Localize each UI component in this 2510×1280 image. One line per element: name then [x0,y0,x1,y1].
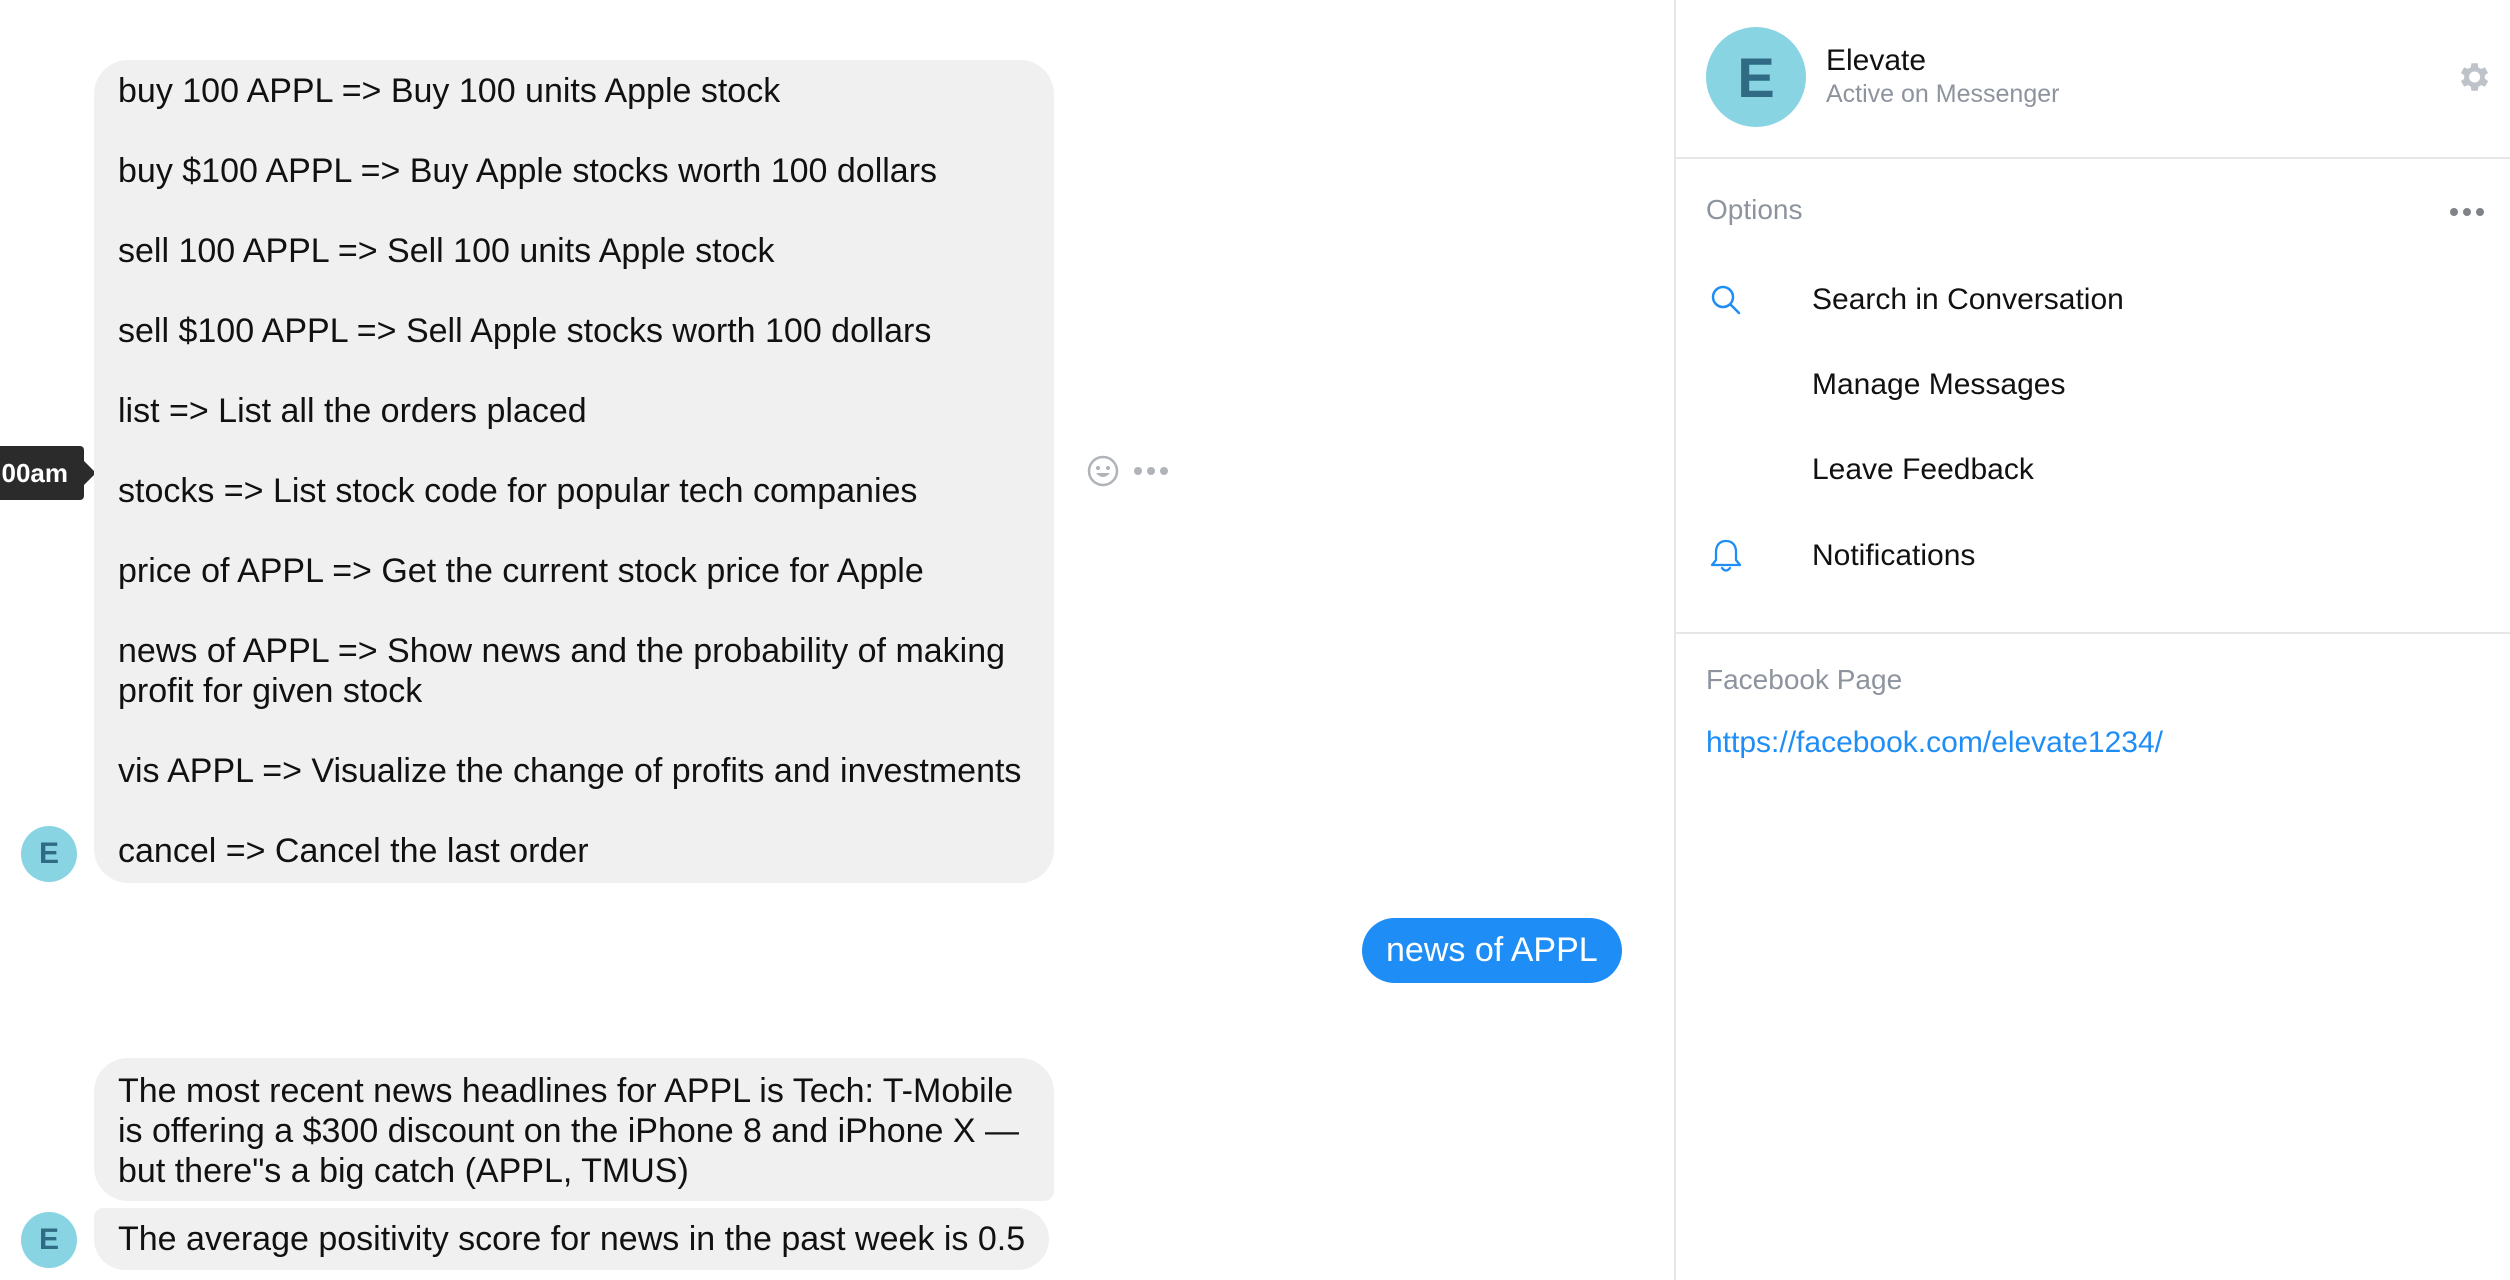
command-line: sell 100 APPL => Sell 100 units Apple st… [118,232,775,270]
option-label: Manage Messages [1812,368,2066,401]
options-heading: Options [1706,194,1803,225]
command-line: vis APPL => Visualize the change of prof… [118,752,1022,790]
command-line: list => List all the orders placed [118,392,587,430]
bot-news-message[interactable]: The most recent news headlines for APPL … [94,1058,1054,1201]
conversation-info-sidebar: E Elevate Active on Messenger Options Se… [1674,0,2510,1280]
bot-avatar[interactable]: E [21,1212,77,1268]
conversation-pane: :00am buy 100 APPL => Buy 100 units Appl… [0,0,1674,1280]
manage-messages-option[interactable]: Manage Messages [1706,355,2486,415]
command-line: price of APPL => Get the current stock p… [118,552,924,590]
option-label: Notifications [1812,539,1976,572]
section-divider [1676,632,2510,634]
notifications-option[interactable]: Notifications [1706,526,2486,586]
search-icon [1711,285,1741,315]
sidebar-header: E Elevate Active on Messenger [1676,0,2510,159]
gear-icon[interactable] [2454,58,2492,96]
page-avatar[interactable]: E [1706,27,1806,127]
facebook-page-link[interactable]: https://facebook.com/elevate1234/ [1706,726,2163,760]
command-line: buy 100 APPL => Buy 100 units Apple stoc… [118,72,781,110]
message-hover-actions [1086,454,1172,488]
more-actions-icon[interactable] [1130,463,1172,479]
active-status: Active on Messenger [1826,80,2060,108]
command-line: sell $100 APPL => Sell Apple stocks wort… [118,312,932,350]
bot-commands-message[interactable]: buy 100 APPL => Buy 100 units Apple stoc… [94,60,1054,883]
command-line: buy $100 APPL => Buy Apple stocks worth … [118,152,938,190]
leave-feedback-option[interactable]: Leave Feedback [1706,440,2486,500]
options-more-icon[interactable] [2446,204,2488,220]
facebook-page-heading: Facebook Page [1706,664,1903,695]
page-name[interactable]: Elevate [1826,44,1926,78]
user-message-bubble[interactable]: news of APPL [1362,918,1622,983]
search-in-conversation-option[interactable]: Search in Conversation [1706,270,2486,330]
option-label: Leave Feedback [1812,453,2034,486]
command-line: news of APPL => Show news and the probab… [118,632,1006,710]
bell-icon [1710,539,1742,572]
message-timestamp-tooltip: :00am [0,446,96,500]
command-line: stocks => List stock code for popular te… [118,472,918,510]
react-emoji-icon[interactable] [1086,454,1120,488]
command-line: cancel => Cancel the last order [118,832,589,870]
bot-positivity-message[interactable]: The average positivity score for news in… [94,1208,1050,1270]
bot-avatar[interactable]: E [21,826,77,882]
option-label: Search in Conversation [1812,283,2124,316]
